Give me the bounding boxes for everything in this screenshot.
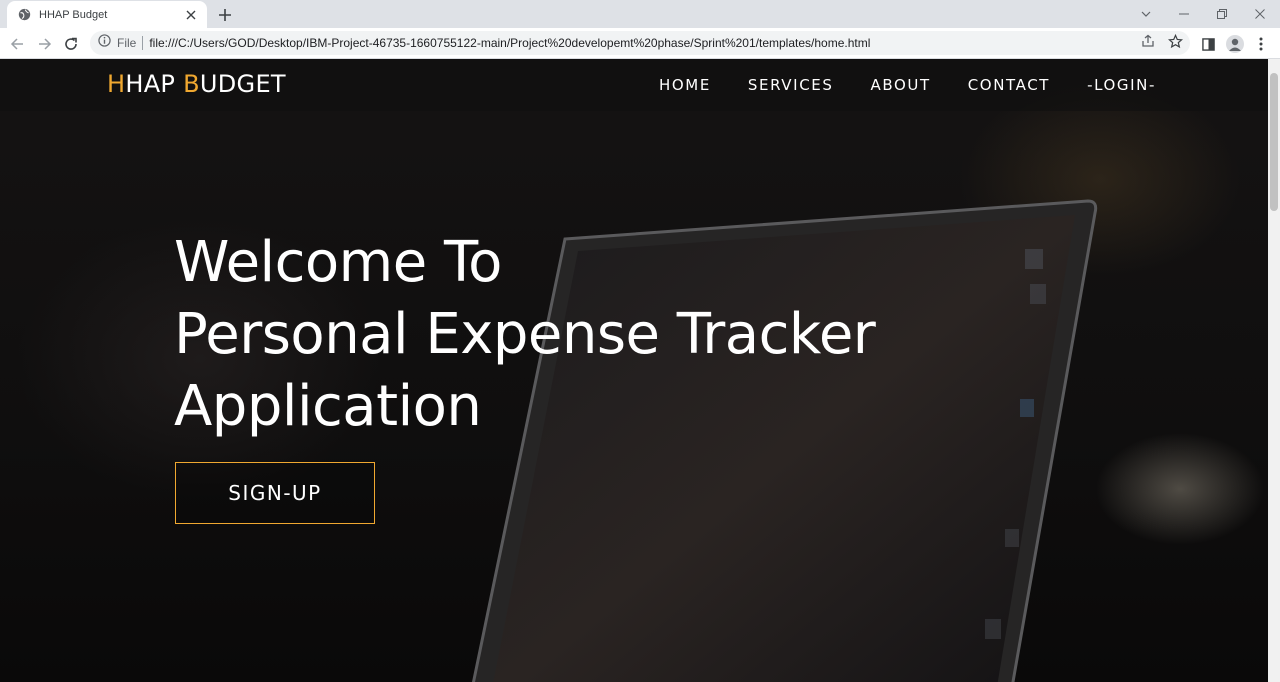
new-tab-button[interactable] [214, 4, 236, 26]
main-nav: HOME SERVICES ABOUT CONTACT -LOGIN- [622, 76, 1156, 94]
scrollbar-thumb[interactable] [1270, 73, 1278, 211]
nav-home[interactable]: HOME [659, 76, 711, 94]
page-viewport: HHAP BUDGET HOME SERVICES ABOUT CONTACT … [0, 59, 1268, 682]
hero-heading: Welcome To Personal Expense Tracker Appl… [174, 227, 876, 443]
site-header: HHAP BUDGET HOME SERVICES ABOUT CONTACT … [0, 59, 1268, 111]
page-scrollbar[interactable] [1268, 59, 1280, 682]
info-icon[interactable] [98, 34, 111, 52]
logo-accent-letter: B [183, 70, 200, 98]
url-text[interactable]: file:///C:/Users/GOD/Desktop/IBM-Project… [149, 36, 870, 50]
divider [142, 36, 144, 50]
minimize-icon[interactable] [1165, 0, 1203, 28]
browser-tab[interactable]: HHAP Budget [7, 1, 207, 28]
logo-text: HAP [125, 70, 184, 98]
share-icon[interactable] [1138, 31, 1158, 51]
nav-contact[interactable]: CONTACT [968, 76, 1050, 94]
hero-line: Application [174, 374, 482, 439]
back-arrow-icon[interactable] [6, 33, 28, 55]
close-window-icon[interactable] [1241, 0, 1279, 28]
scheme-label: File [117, 36, 137, 50]
logo-accent-letter: H [107, 70, 126, 98]
side-panel-icon[interactable] [1197, 33, 1219, 55]
globe-icon [17, 8, 31, 22]
signup-button[interactable]: SIGN-UP [175, 462, 375, 524]
chevron-down-icon[interactable] [1127, 0, 1165, 28]
tab-title: HHAP Budget [39, 8, 108, 21]
forward-arrow-icon[interactable] [34, 33, 56, 55]
reload-icon[interactable] [60, 33, 82, 55]
hero-line: Welcome To [174, 230, 502, 295]
site-logo[interactable]: HHAP BUDGET [107, 70, 286, 98]
browser-tab-strip: HHAP Budget [0, 0, 1280, 28]
restore-icon[interactable] [1203, 0, 1241, 28]
nav-about[interactable]: ABOUT [870, 76, 930, 94]
profile-avatar-icon[interactable] [1224, 33, 1246, 55]
nav-login[interactable]: -LOGIN- [1087, 76, 1156, 94]
nav-services[interactable]: SERVICES [748, 76, 834, 94]
bookmark-star-icon[interactable] [1165, 31, 1185, 51]
close-icon[interactable] [183, 7, 199, 23]
hero-line: Personal Expense Tracker [174, 302, 876, 367]
address-bar[interactable]: File file:///C:/Users/GOD/Desktop/IBM-Pr… [90, 31, 1190, 55]
logo-text: UDGET [199, 70, 286, 98]
more-menu-icon[interactable] [1250, 33, 1272, 55]
browser-toolbar: File file:///C:/Users/GOD/Desktop/IBM-Pr… [0, 28, 1280, 59]
